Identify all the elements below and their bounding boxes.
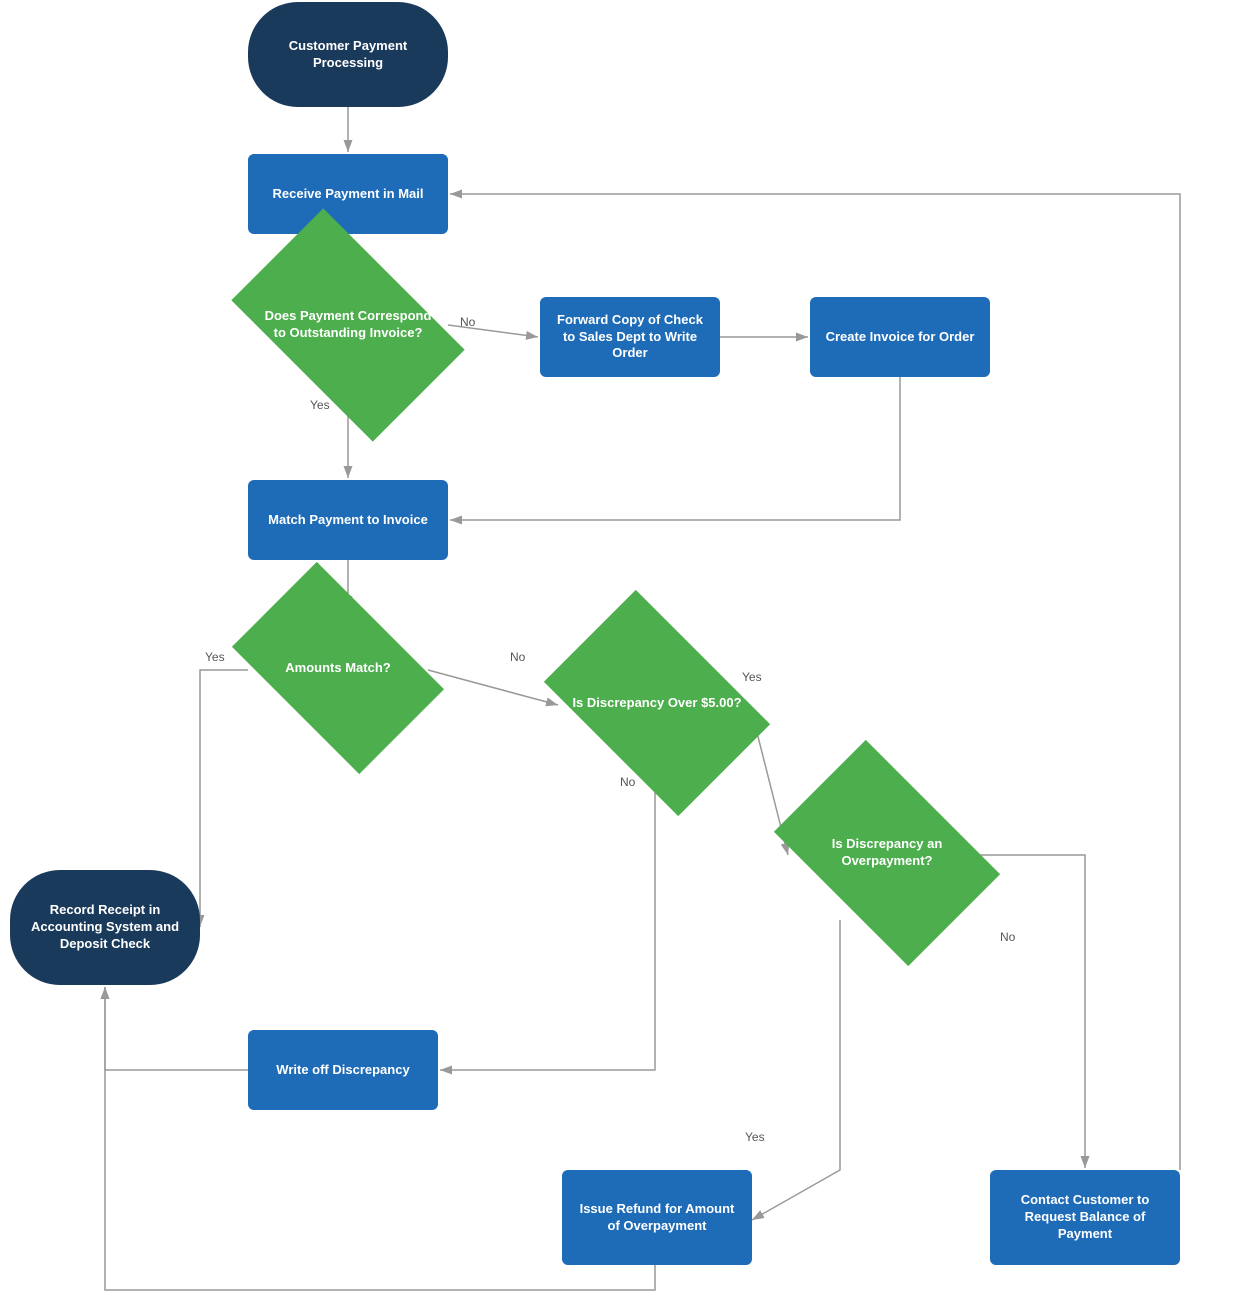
amounts-match-node: Amounts Match? (232, 562, 444, 774)
discrepancy-overpayment-node: Is Discrepancy an Overpayment? (774, 740, 1000, 966)
issue-refund-node: Issue Refund for Amount of Overpayment (562, 1170, 752, 1265)
write-off-node: Write off Discrepancy (248, 1030, 438, 1110)
label-no1: No (460, 315, 475, 329)
match-payment-node: Match Payment to Invoice (248, 480, 448, 560)
discrepancy-over-node: Is Discrepancy Over $5.00? (544, 590, 770, 816)
forward-check-node: Forward Copy of Check to Sales Dept to W… (540, 297, 720, 377)
receive-payment-node: Receive Payment in Mail (248, 154, 448, 234)
does-payment-correspond-node: Does Payment Correspond to Outstanding I… (231, 208, 464, 441)
label-no2: No (510, 650, 525, 664)
label-no4: No (1000, 930, 1015, 944)
label-yes2: Yes (205, 650, 225, 664)
flowchart: No Yes No Yes Yes No Yes No Customer Pay… (0, 0, 1259, 1302)
record-receipt-node: Record Receipt in Accounting System and … (10, 870, 200, 985)
label-no3: No (620, 775, 635, 789)
contact-customer-node: Contact Customer to Request Balance of P… (990, 1170, 1180, 1265)
start-node: Customer Payment Processing (248, 2, 448, 107)
create-invoice-node: Create Invoice for Order (810, 297, 990, 377)
label-yes4: Yes (745, 1130, 765, 1144)
label-yes1: Yes (310, 398, 330, 412)
